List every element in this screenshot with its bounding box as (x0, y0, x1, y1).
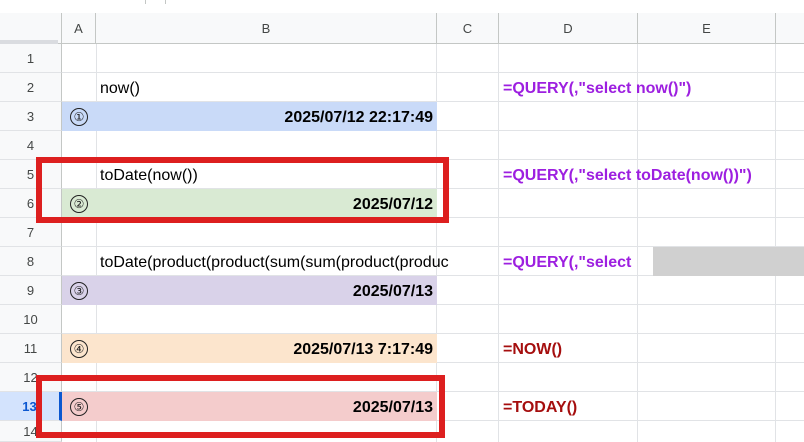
gridline (637, 44, 638, 442)
cell-b11[interactable]: 2025/07/13 7:17:49 (96, 334, 437, 363)
cell-d13[interactable]: =TODAY() (499, 392, 638, 421)
cell-d5[interactable]: =QUERY(,"select toDate(now())") (499, 160, 804, 189)
cell-a11[interactable]: ④ (62, 334, 96, 363)
column-header-c[interactable]: C (437, 13, 499, 44)
highlight-box-row5-6 (36, 157, 449, 223)
cell-d8[interactable]: =QUERY(,"select (499, 247, 653, 276)
cell-a9[interactable]: ③ (62, 276, 96, 305)
row-header-10[interactable]: 10 (0, 305, 62, 334)
row-header-1[interactable]: 1 (0, 44, 62, 73)
gridline (498, 44, 499, 442)
column-header-d[interactable]: D (499, 13, 638, 44)
column-header-b[interactable]: B (96, 13, 437, 44)
row-header-9[interactable]: 9 (0, 276, 62, 305)
column-header-a[interactable]: A (62, 13, 96, 44)
row-header-2[interactable]: 2 (0, 73, 62, 102)
cell-d2[interactable]: =QUERY(,"select now()") (499, 73, 804, 102)
column-header-e[interactable]: E (638, 13, 776, 44)
redacted-block (653, 247, 804, 276)
gridline (775, 44, 776, 442)
select-all-corner[interactable] (0, 13, 62, 44)
cell-d11[interactable]: =NOW() (499, 334, 638, 363)
circled-number-4: ④ (70, 339, 88, 358)
highlight-box-row13 (36, 375, 445, 438)
row-header-8[interactable]: 8 (0, 247, 62, 276)
cell-a3[interactable]: ① (62, 102, 96, 131)
cell-b8[interactable]: toDate(product(product(sum(sum(product(p… (96, 247, 499, 276)
cell-b9[interactable]: 2025/07/13 (96, 276, 437, 305)
circled-number-3: ③ (70, 281, 88, 300)
cell-b2[interactable]: now() (96, 73, 437, 102)
column-header-f[interactable] (776, 13, 804, 44)
row-header-11[interactable]: 11 (0, 334, 62, 363)
toolbar-edge (0, 0, 804, 14)
spreadsheet-grid[interactable]: A B C D E 1 2 3 4 5 6 7 8 9 10 11 12 13 … (0, 0, 804, 442)
row-header-3[interactable]: 3 (0, 102, 62, 131)
circled-number-1: ① (70, 107, 88, 126)
cell-b3[interactable]: 2025/07/12 22:17:49 (96, 102, 437, 131)
row-header-4[interactable]: 4 (0, 131, 62, 160)
